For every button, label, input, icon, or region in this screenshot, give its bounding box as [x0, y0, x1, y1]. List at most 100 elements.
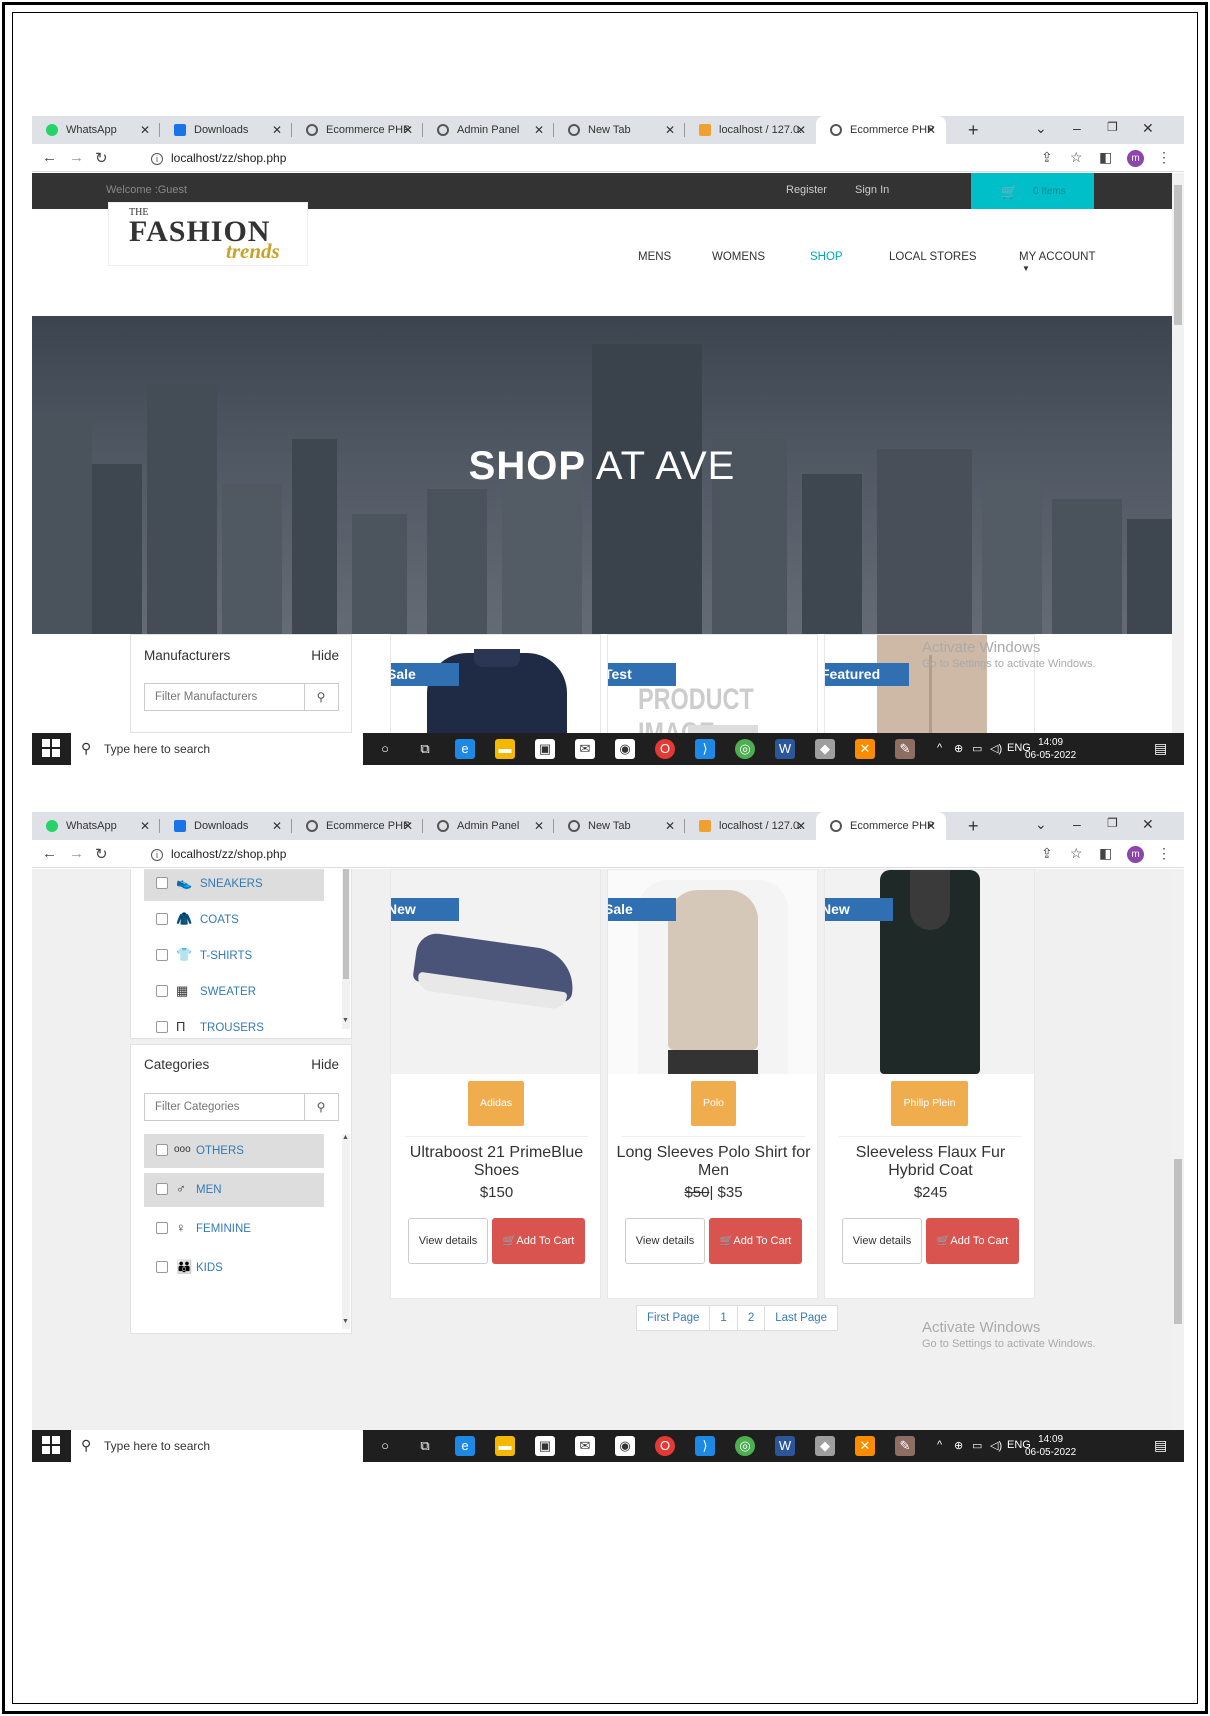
- task-view-icon[interactable]: ⧉: [415, 1436, 435, 1456]
- new-tab-button[interactable]: +: [968, 816, 979, 837]
- edge-icon[interactable]: e: [455, 739, 475, 759]
- page-link-2[interactable]: 2: [738, 1306, 766, 1330]
- battery-icon[interactable]: ▭: [972, 1439, 982, 1452]
- file-explorer-icon[interactable]: ▬: [495, 1436, 515, 1456]
- page-scrollbar[interactable]: [1172, 173, 1184, 733]
- windows-start-icon[interactable]: [42, 739, 62, 759]
- tab-ecommerce-active[interactable]: Ecommerce PHP ✕: [816, 812, 946, 840]
- tab-admin-panel[interactable]: Admin Panel ✕: [423, 116, 554, 144]
- camera-icon[interactable]: ◉: [615, 1436, 635, 1456]
- register-link[interactable]: Register: [786, 184, 827, 196]
- view-details-button[interactable]: View details: [625, 1218, 705, 1264]
- tab-new-tab[interactable]: New Tab ✕: [554, 812, 685, 840]
- site-logo[interactable]: THE FASHION trends: [108, 202, 308, 266]
- checkbox[interactable]: [156, 1021, 168, 1033]
- tab-ecommerce-active[interactable]: Ecommerce PHP ✕: [816, 116, 946, 144]
- scroll-down-arrow-icon[interactable]: ▼: [342, 1318, 349, 1325]
- minimize-icon[interactable]: –: [1073, 816, 1081, 832]
- window-close-icon[interactable]: ✕: [1142, 816, 1154, 833]
- tray-chevron-icon[interactable]: ^: [937, 742, 942, 754]
- vscode-icon[interactable]: ⟩: [695, 1436, 715, 1456]
- reload-icon[interactable]: ↻: [95, 149, 108, 167]
- checkbox[interactable]: [156, 1144, 168, 1156]
- close-icon[interactable]: ✕: [140, 123, 150, 137]
- windows-start-icon[interactable]: [42, 1436, 62, 1456]
- close-icon[interactable]: ✕: [665, 123, 675, 137]
- chrome-icon[interactable]: ◎: [735, 739, 755, 759]
- close-icon[interactable]: ✕: [403, 123, 413, 137]
- product-card[interactable]: New Philip Plein Sleeveless Flaux Fur Hy…: [824, 869, 1035, 1299]
- forward-icon[interactable]: →: [69, 149, 84, 166]
- cart-button[interactable]: 🛒 0 Items: [971, 173, 1094, 209]
- brand-badge[interactable]: Philip Plein: [891, 1081, 968, 1126]
- type-item-tshirts[interactable]: 👕 T-SHIRTS: [144, 939, 324, 973]
- profile-avatar[interactable]: m: [1127, 846, 1144, 863]
- hide-toggle[interactable]: Hide: [311, 1057, 339, 1072]
- tab-downloads[interactable]: Downloads ✕: [160, 812, 292, 840]
- taskbar-search[interactable]: ⚲ Type here to search: [71, 733, 363, 765]
- store-icon[interactable]: ▣: [535, 1436, 555, 1456]
- tab-downloads[interactable]: Downloads ✕: [160, 116, 292, 144]
- checkbox[interactable]: [156, 985, 168, 997]
- sidepanel-icon[interactable]: ◧: [1099, 845, 1112, 862]
- product-card[interactable]: New Adidas Ultraboost 21 PrimeBlue Shoes…: [390, 869, 601, 1299]
- filter-manufacturers-input[interactable]: [145, 684, 305, 710]
- search-icon[interactable]: ⚲: [304, 684, 338, 710]
- back-icon[interactable]: ←: [42, 845, 57, 862]
- restore-icon[interactable]: ❐: [1107, 120, 1118, 134]
- add-to-cart-button[interactable]: 🛒Add To Cart: [709, 1218, 802, 1264]
- product-name[interactable]: Ultraboost 21 PrimeBlue Shoes: [397, 1144, 596, 1180]
- checkbox[interactable]: [156, 949, 168, 961]
- network-icon[interactable]: ⊕: [954, 742, 963, 755]
- category-item-kids[interactable]: 👪 KIDS: [144, 1251, 324, 1285]
- nav-shop[interactable]: SHOP: [810, 251, 843, 263]
- tab-phpmyadmin[interactable]: localhost / 127.0. ✕: [685, 812, 816, 840]
- checkbox[interactable]: [156, 1261, 168, 1273]
- minimize-icon[interactable]: –: [1073, 120, 1081, 136]
- back-icon[interactable]: ←: [42, 149, 57, 166]
- close-icon[interactable]: ✕: [665, 819, 675, 833]
- mail-icon[interactable]: ✉: [575, 739, 595, 759]
- sidepanel-icon[interactable]: ◧: [1099, 149, 1112, 166]
- close-icon[interactable]: ✕: [534, 819, 544, 833]
- word-icon[interactable]: W: [775, 1436, 795, 1456]
- brand-badge[interactable]: Polo: [691, 1081, 736, 1126]
- checkbox[interactable]: [156, 1183, 168, 1195]
- url-field[interactable]: i localhost/zz/shop.php: [151, 847, 286, 861]
- hide-toggle[interactable]: Hide: [311, 648, 339, 663]
- tab-admin-panel[interactable]: Admin Panel ✕: [423, 812, 554, 840]
- tab-ecommerce[interactable]: Ecommerce PHP ✕: [292, 116, 423, 144]
- reload-icon[interactable]: ↻: [95, 845, 108, 863]
- menu-icon[interactable]: ⋮: [1157, 149, 1171, 166]
- cortana-icon[interactable]: ○: [375, 739, 395, 759]
- product-card[interactable]: Sale: [390, 634, 601, 733]
- last-page-link[interactable]: Last Page: [765, 1306, 837, 1330]
- tab-ecommerce[interactable]: Ecommerce PHP ✕: [292, 812, 423, 840]
- nav-my-account[interactable]: MY ACCOUNT: [1019, 251, 1095, 263]
- word-icon[interactable]: W: [775, 739, 795, 759]
- camera-icon[interactable]: ◉: [615, 739, 635, 759]
- brand-badge[interactable]: Adidas: [468, 1081, 524, 1126]
- filter-categories-input[interactable]: [145, 1094, 305, 1120]
- opera-icon[interactable]: O: [655, 1436, 675, 1456]
- edge-icon[interactable]: e: [455, 1436, 475, 1456]
- page-scrollbar[interactable]: [1172, 869, 1184, 1431]
- tab-search-icon[interactable]: ⌄: [1035, 120, 1047, 137]
- type-item-trousers[interactable]: Π TROUSERS: [144, 1011, 324, 1035]
- product-card[interactable]: Sale Polo Long Sleeves Polo Shirt for Me…: [607, 869, 818, 1299]
- sign-in-link[interactable]: Sign In: [855, 184, 889, 196]
- close-icon[interactable]: ✕: [796, 819, 806, 833]
- new-tab-button[interactable]: +: [968, 120, 979, 141]
- battery-icon[interactable]: ▭: [972, 742, 982, 755]
- volume-icon[interactable]: ◁): [990, 742, 1002, 755]
- checkbox[interactable]: [156, 877, 168, 889]
- search-icon[interactable]: ⚲: [304, 1094, 338, 1120]
- view-details-button[interactable]: View details: [842, 1218, 922, 1264]
- close-icon[interactable]: ✕: [272, 819, 282, 833]
- checkbox[interactable]: [156, 1222, 168, 1234]
- close-icon[interactable]: ✕: [140, 819, 150, 833]
- app-icon[interactable]: ◆: [815, 739, 835, 759]
- volume-icon[interactable]: ◁): [990, 1439, 1002, 1452]
- type-item-coats[interactable]: 🧥 COATS: [144, 903, 324, 937]
- category-item-others[interactable]: ooo OTHERS: [144, 1134, 324, 1168]
